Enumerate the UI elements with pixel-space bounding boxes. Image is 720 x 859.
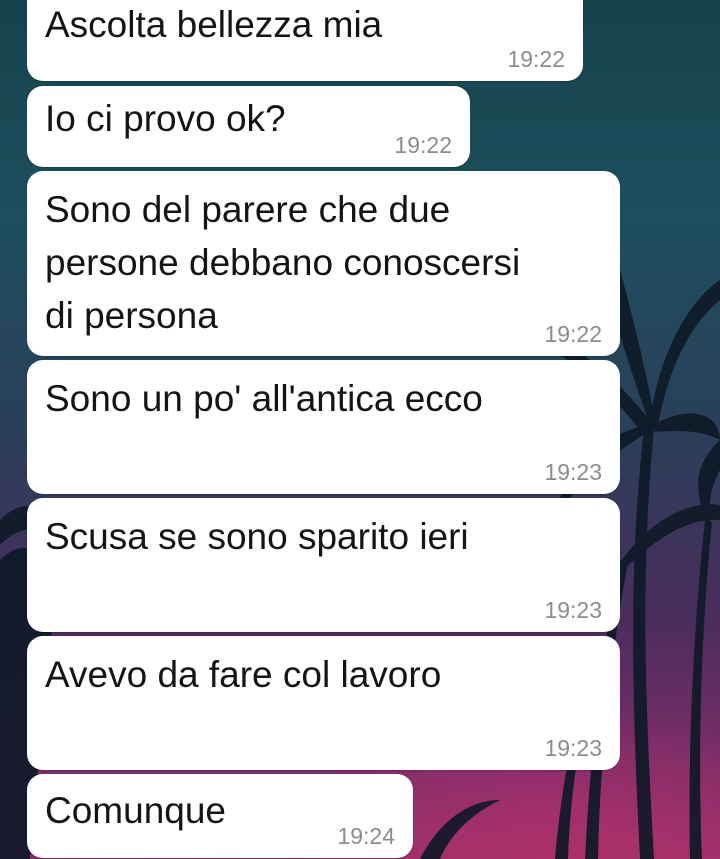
message-bubble[interactable]: Avevo da fare col lavoro 19:23 <box>27 636 620 770</box>
message-text: Scusa se sono sparito ieri <box>45 516 469 557</box>
message-timestamp: 19:22 <box>394 132 452 158</box>
message-text: Io ci provo ok? <box>45 98 286 139</box>
message-text: Sono del parere che due persone debbano … <box>45 189 521 336</box>
message-timestamp: 19:22 <box>544 321 602 347</box>
message-bubble[interactable]: Io ci provo ok? 19:22 <box>27 86 470 167</box>
message-bubble[interactable]: Sono del parere che due persone debbano … <box>27 171 620 356</box>
message-bubble[interactable]: Comunque 19:24 <box>27 774 413 858</box>
message-text: Sono un po' all'antica ecco <box>45 378 483 419</box>
message-timestamp: 19:23 <box>544 459 602 485</box>
message-text: Avevo da fare col lavoro <box>45 654 442 695</box>
message-text: Comunque <box>45 790 227 831</box>
message-bubble[interactable]: Ascolta bellezza mia 19:22 <box>27 0 583 81</box>
message-timestamp: 19:22 <box>507 46 565 72</box>
message-bubble[interactable]: Scusa se sono sparito ieri 19:23 <box>27 498 620 632</box>
message-timestamp: 19:24 <box>337 823 395 849</box>
message-timestamp: 19:23 <box>544 597 602 623</box>
message-text: Ascolta bellezza mia <box>45 4 383 45</box>
message-bubble[interactable]: Sono un po' all'antica ecco 19:23 <box>27 360 620 494</box>
message-timestamp: 19:23 <box>544 735 602 761</box>
